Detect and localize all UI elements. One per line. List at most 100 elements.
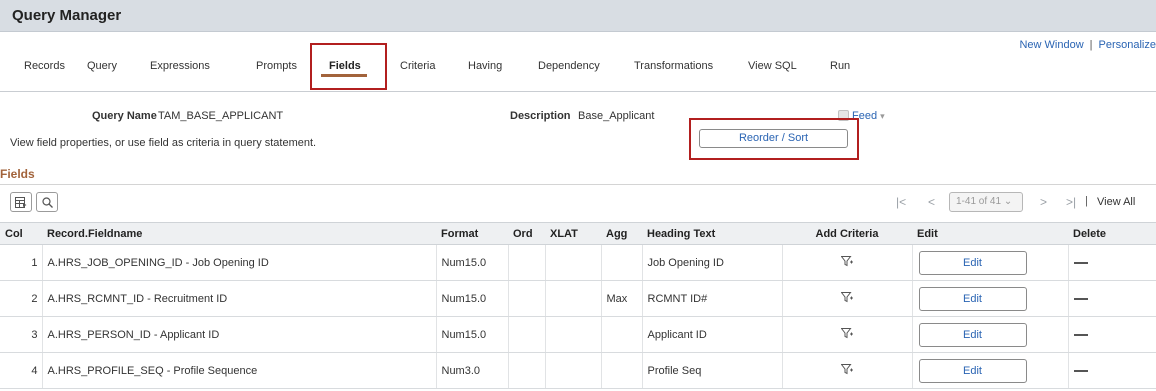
field-xlat: [545, 244, 602, 281]
reorder-highlight: [689, 118, 859, 160]
instructions-text: View field properties, or use field as c…: [10, 137, 317, 149]
field-heading: Profile Seq: [642, 352, 783, 389]
col-header-xlat: XLAT: [545, 222, 601, 245]
delete-cell: [1068, 352, 1156, 389]
col-header-agg: Agg: [601, 222, 642, 245]
table-row: 1 A.HRS_JOB_OPENING_ID - Job Opening ID …: [0, 244, 1156, 281]
col-number: 4: [0, 352, 43, 389]
field-name: A.HRS_RCMNT_ID - Recruitment ID: [42, 280, 437, 317]
search-icon: [41, 196, 53, 208]
field-ord: [508, 280, 546, 317]
chevron-down-icon: ▾: [880, 111, 885, 121]
minus-icon[interactable]: [1073, 333, 1088, 336]
next-page-icon[interactable]: >: [1040, 195, 1047, 209]
funnel-criteria-icon[interactable]: [840, 255, 853, 270]
field-ord: [508, 316, 546, 353]
edit-button[interactable]: Edit: [918, 286, 1027, 311]
last-page-icon[interactable]: >|: [1066, 195, 1076, 209]
edit-button[interactable]: Edit: [918, 250, 1027, 275]
add-criteria-cell: [782, 316, 913, 353]
field-name: A.HRS_JOB_OPENING_ID - Job Opening ID: [42, 244, 437, 281]
field-agg: [601, 352, 643, 389]
field-name: A.HRS_PROFILE_SEQ - Profile Sequence: [42, 352, 437, 389]
field-xlat: [545, 352, 602, 389]
tab-having[interactable]: Having: [468, 60, 502, 72]
edit-cell: Edit: [912, 316, 1069, 353]
view-all-link[interactable]: View All: [1097, 196, 1135, 208]
query-name-value: TAM_BASE_APPLICANT: [158, 110, 284, 122]
tab-run[interactable]: Run: [830, 60, 850, 72]
field-heading: Job Opening ID: [642, 244, 783, 281]
field-format: Num15.0: [436, 316, 509, 353]
field-format: Num3.0: [436, 352, 509, 389]
tab-prompts[interactable]: Prompts: [256, 60, 297, 72]
page-range-select[interactable]: 1-41 of 41 ⌄: [949, 192, 1023, 212]
fields-section-title: Fields: [0, 167, 35, 181]
description-value: Base_Applicant: [578, 110, 655, 122]
first-page-icon[interactable]: |<: [896, 195, 906, 209]
pager-separator: |: [1085, 195, 1088, 207]
field-xlat: [545, 280, 602, 317]
field-xlat: [545, 316, 602, 353]
field-agg: [601, 244, 643, 281]
edit-button[interactable]: Edit: [918, 322, 1027, 347]
field-name: A.HRS_PERSON_ID - Applicant ID: [42, 316, 437, 353]
tab-view-sql[interactable]: View SQL: [748, 60, 797, 72]
search-button[interactable]: [36, 192, 58, 212]
field-heading: RCMNT ID#: [642, 280, 783, 317]
field-ord: [508, 352, 546, 389]
col-header-heading-text: Heading Text: [642, 222, 782, 245]
description-label: Description: [510, 110, 571, 122]
minus-icon[interactable]: [1073, 369, 1088, 372]
tab-records[interactable]: Records: [24, 60, 65, 72]
col-number: 3: [0, 316, 43, 353]
title-bar: Query Manager: [0, 0, 1156, 32]
personalize-grid-icon: [15, 196, 27, 208]
field-format: Num15.0: [436, 244, 509, 281]
fields-grid: Col Record.Fieldname Format Ord XLAT Agg…: [0, 222, 1156, 389]
funnel-criteria-icon[interactable]: [840, 363, 853, 378]
tab-dependency[interactable]: Dependency: [538, 60, 600, 72]
minus-icon[interactable]: [1073, 297, 1088, 300]
table-row: 2 A.HRS_RCMNT_ID - Recruitment ID Num15.…: [0, 280, 1156, 317]
col-header-edit: Edit: [912, 222, 1068, 245]
section-divider: [0, 184, 1156, 185]
field-format: Num15.0: [436, 280, 509, 317]
tab-query[interactable]: Query: [87, 60, 117, 72]
delete-cell: [1068, 244, 1156, 281]
col-header-fieldname: Record.Fieldname: [42, 222, 436, 245]
page-range-value: 1-41 of 41: [956, 196, 1002, 207]
delete-cell: [1068, 280, 1156, 317]
edit-cell: Edit: [912, 352, 1069, 389]
tab-expressions[interactable]: Expressions: [150, 60, 210, 72]
col-header-col: Col: [0, 222, 42, 245]
field-agg: Max: [601, 280, 643, 317]
delete-cell: [1068, 316, 1156, 353]
edit-cell: Edit: [912, 244, 1069, 281]
personalize-grid-button[interactable]: [10, 192, 32, 212]
edit-button[interactable]: Edit: [918, 358, 1027, 383]
page-title: Query Manager: [12, 7, 122, 24]
fields-tab-highlight: [310, 43, 387, 90]
table-row: 4 A.HRS_PROFILE_SEQ - Profile Sequence N…: [0, 352, 1156, 389]
tab-criteria[interactable]: Criteria: [400, 60, 435, 72]
field-agg: [601, 316, 643, 353]
minus-icon[interactable]: [1073, 261, 1088, 264]
col-number: 1: [0, 244, 43, 281]
funnel-criteria-icon[interactable]: [840, 291, 853, 306]
col-header-add-criteria: Add Criteria: [782, 222, 912, 245]
add-criteria-cell: [782, 280, 913, 317]
field-heading: Applicant ID: [642, 316, 783, 353]
col-number: 2: [0, 280, 43, 317]
grid-header-row: Col Record.Fieldname Format Ord XLAT Agg…: [0, 222, 1156, 245]
table-row: 3 A.HRS_PERSON_ID - Applicant ID Num15.0…: [0, 316, 1156, 353]
edit-cell: Edit: [912, 280, 1069, 317]
previous-page-icon[interactable]: <: [928, 195, 935, 209]
col-header-delete: Delete: [1068, 222, 1156, 245]
funnel-criteria-icon[interactable]: [840, 327, 853, 342]
tab-transformations[interactable]: Transformations: [634, 60, 713, 72]
field-ord: [508, 244, 546, 281]
add-criteria-cell: [782, 352, 913, 389]
chevron-down-icon: ⌄: [1003, 196, 1013, 207]
query-name-label: Query Name: [92, 110, 157, 122]
